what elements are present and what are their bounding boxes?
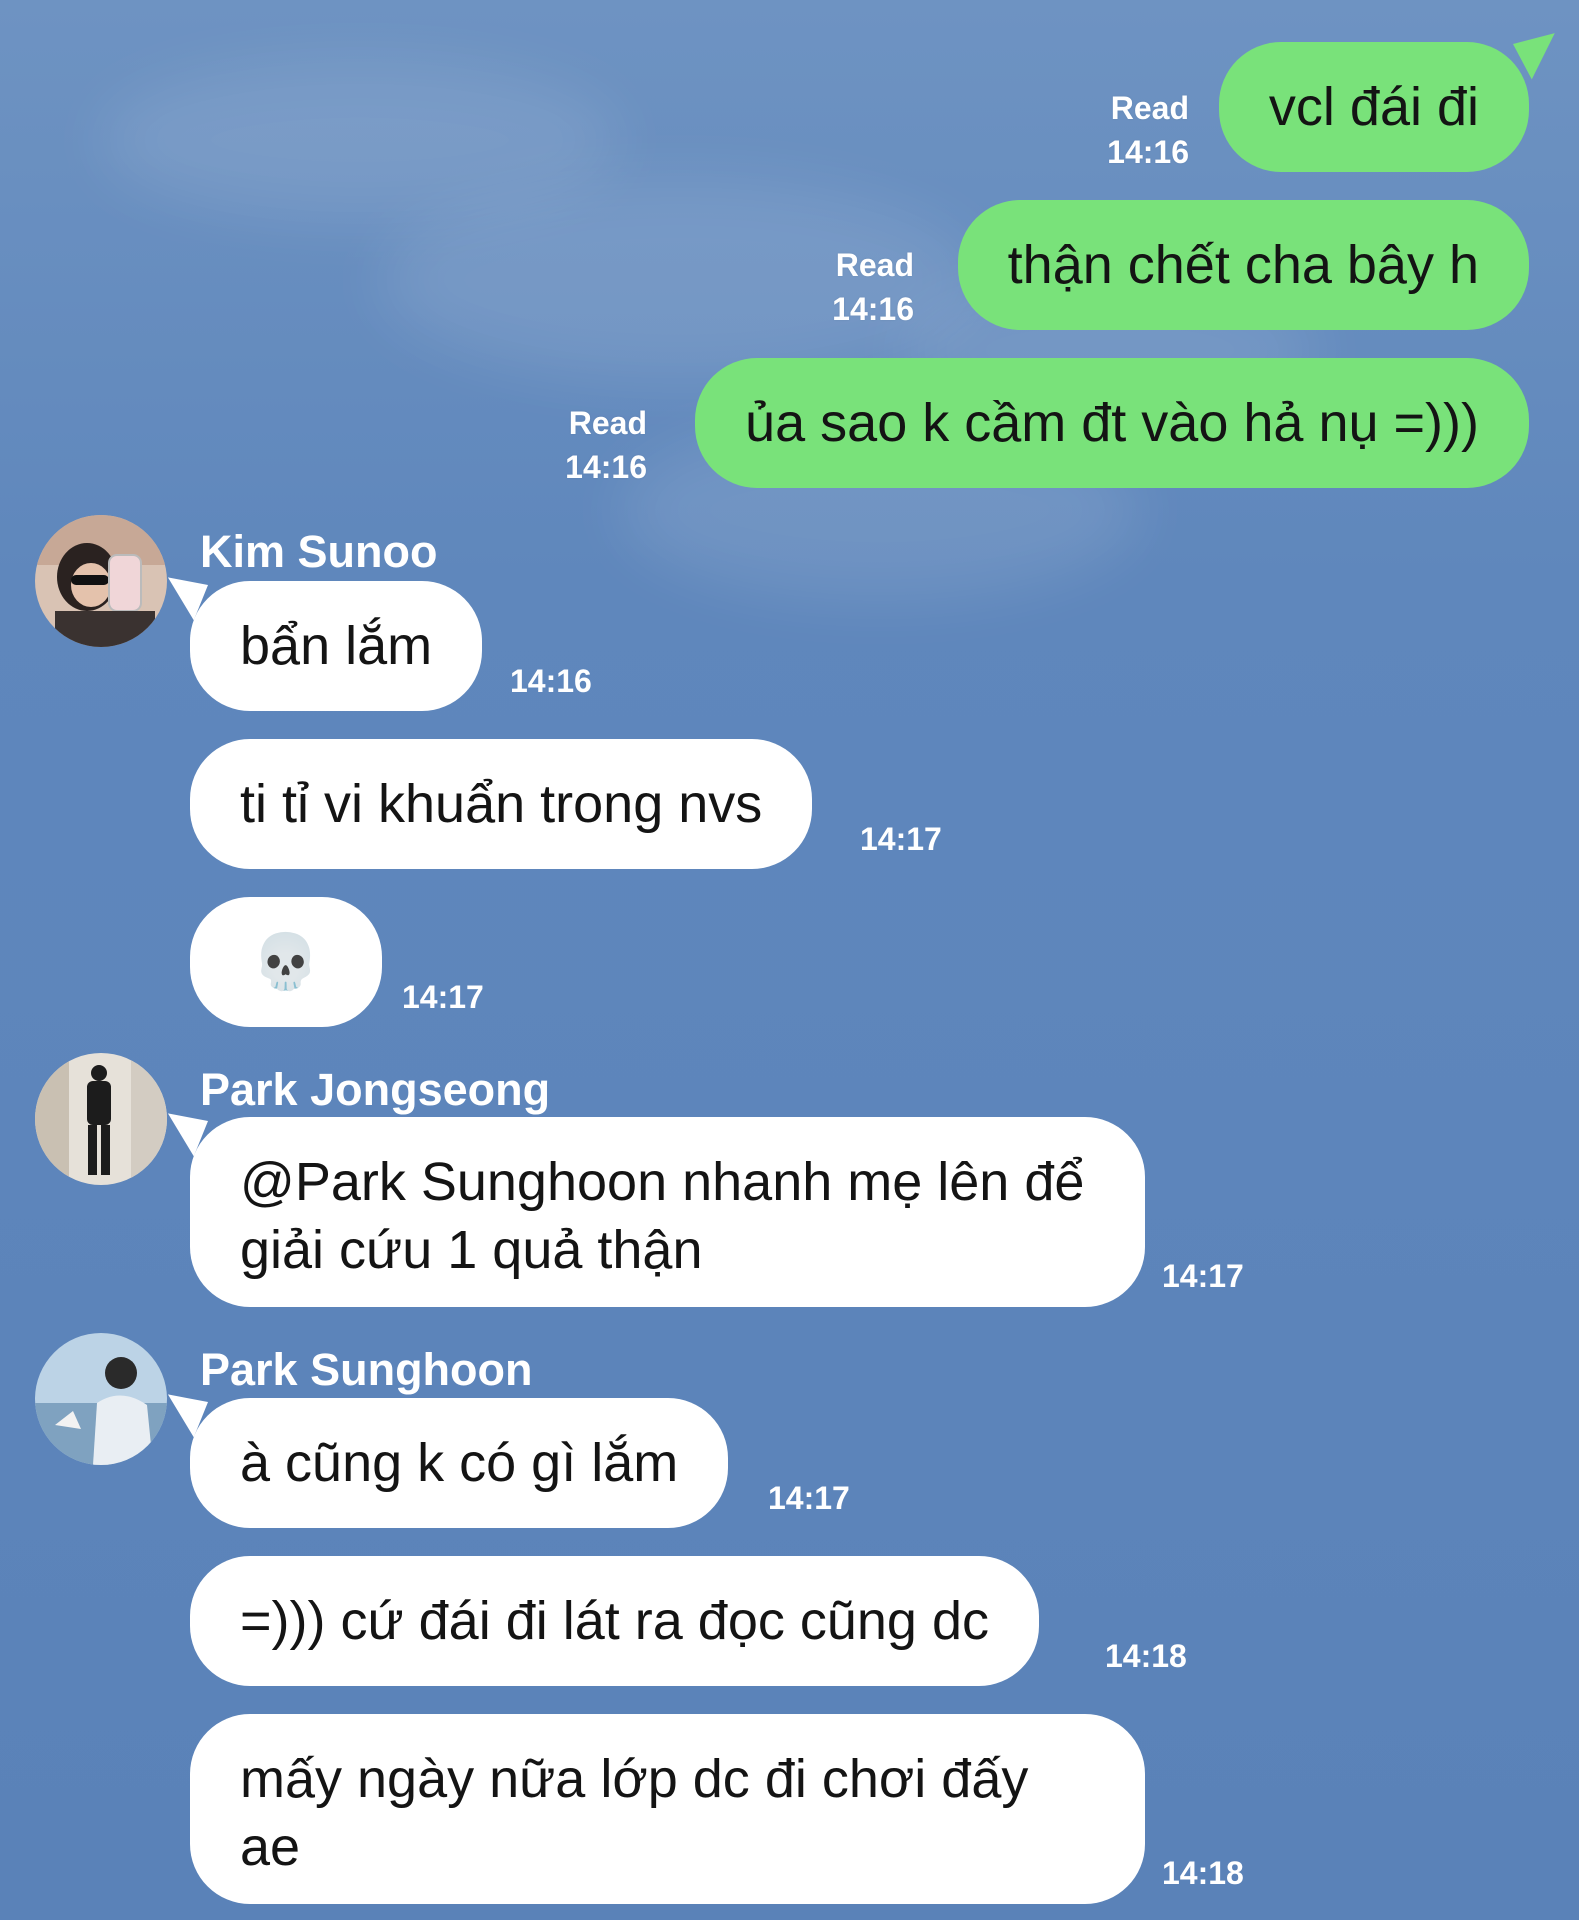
message-bubble[interactable]: ủa sao k cầm đt vào hả nụ =))) (695, 358, 1529, 488)
message-time: 14:16 (565, 449, 647, 485)
message-time: 14:18 (1105, 1638, 1187, 1674)
message-time: 14:17 (402, 979, 484, 1015)
message-time: 14:16 (1107, 134, 1189, 170)
message-time: 14:16 (510, 663, 592, 699)
profile-photo-mirror-selfie-icon (35, 515, 167, 647)
message-bubble[interactable]: à cũng k có gì lắm (190, 1398, 729, 1528)
message-time: 14:17 (1162, 1258, 1244, 1294)
message-bubble[interactable]: 💀 (190, 897, 382, 1027)
profile-photo-standing-figure-icon (35, 1053, 167, 1185)
message-bubble[interactable]: mấy ngày nữa lớp dc đi chơi đấy ae (190, 1714, 1145, 1904)
message-time: 14:16 (832, 291, 914, 327)
read-receipt: Read 14:16 (832, 243, 914, 331)
message-bubble[interactable]: bẩn lắm (190, 581, 483, 711)
message-bubble[interactable]: =))) cứ đái đi lát ra đọc cũng dc (190, 1556, 1039, 1686)
avatar-park-sunghoon[interactable] (35, 1333, 167, 1465)
message-time: 14:18 (1162, 1855, 1244, 1891)
message-bubble[interactable]: vcl đái đi (1218, 42, 1529, 172)
message-bubble[interactable]: ti tỉ vi khuẩn trong nvs (190, 739, 813, 869)
read-status: Read (835, 247, 914, 283)
read-status: Read (568, 405, 647, 441)
sender-name: Park Jongseong (200, 1064, 551, 1115)
sender-name: Kim Sunoo (200, 526, 438, 577)
message-time: 14:17 (860, 821, 942, 857)
read-receipt: Read 14:16 (565, 401, 647, 489)
profile-photo-sky-sea-icon (35, 1333, 167, 1465)
message-time: 14:17 (768, 1480, 850, 1516)
message-bubble[interactable]: @Park Sunghoon nhanh mẹ lên để giải cứu … (190, 1117, 1145, 1307)
sender-name: Park Sunghoon (200, 1344, 533, 1395)
read-receipt: Read 14:16 (1107, 86, 1189, 174)
read-status: Read (1110, 90, 1189, 126)
avatar-kim-sunoo[interactable] (35, 515, 167, 647)
avatar-park-jongseong[interactable] (35, 1053, 167, 1185)
message-bubble[interactable]: thận chết cha bây h (957, 200, 1529, 330)
